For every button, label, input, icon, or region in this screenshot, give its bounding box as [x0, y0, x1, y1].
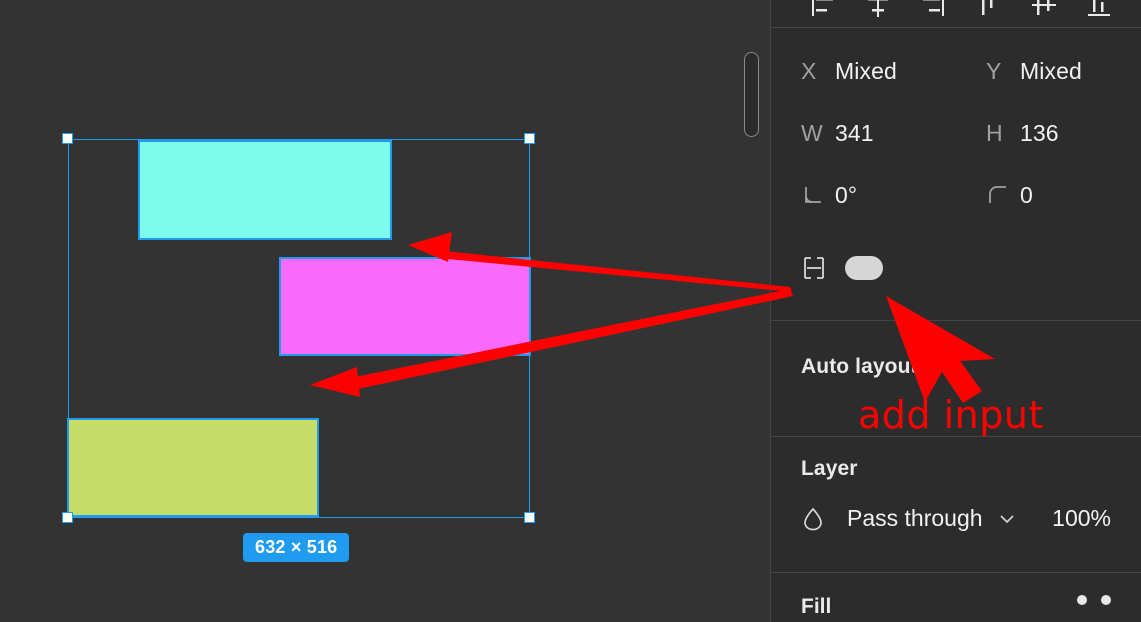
width-label: W [801, 119, 823, 146]
corner-radius-field[interactable]: 0 [956, 182, 1141, 209]
width-field[interactable]: W 341 [771, 120, 956, 147]
rotation-radius-row: 0° 0 [771, 164, 1141, 226]
layer-opacity-value[interactable]: 100% [1052, 505, 1111, 532]
constraints-row [771, 226, 1141, 310]
panel-scrollbar-thumb[interactable] [744, 52, 759, 137]
layer-blend-row: Pass through 100% [801, 505, 1111, 532]
blend-mode-icon [801, 506, 835, 532]
design-canvas[interactable]: 632 × 516 [0, 0, 770, 622]
y-axis-label: Y [986, 57, 1002, 84]
rectangle-cyan[interactable] [138, 140, 392, 240]
x-axis-label: X [801, 57, 817, 84]
fill-section: Fill [771, 573, 1141, 618]
width-value[interactable]: 341 [835, 120, 874, 147]
align-top-icon[interactable] [971, 0, 1007, 23]
rotation-value[interactable]: 0° [835, 182, 857, 209]
annotation-note: add input [858, 393, 1044, 437]
align-vertical-centers-icon[interactable] [1026, 0, 1062, 23]
constraints-icon[interactable] [801, 255, 835, 281]
selection-dimension-badge: 632 × 516 [243, 533, 350, 562]
x-value[interactable]: Mixed [835, 58, 897, 85]
blend-mode-value[interactable]: Pass through [847, 505, 983, 532]
fill-add-icon[interactable] [1101, 595, 1111, 605]
fill-title: Fill [801, 595, 832, 618]
layer-section: Layer Pass through 100% [771, 437, 1141, 572]
align-bottom-icon[interactable] [1081, 0, 1117, 23]
align-left-icon[interactable] [805, 0, 841, 23]
selection-handle-bottom-left[interactable] [62, 512, 73, 523]
layer-title: Layer [801, 457, 858, 480]
y-value[interactable]: Mixed [1020, 58, 1082, 85]
height-field[interactable]: H 136 [956, 120, 1141, 147]
chevron-down-icon[interactable] [997, 509, 1017, 529]
selection-handle-top-right[interactable] [524, 133, 535, 144]
corner-radius-value[interactable]: 0 [1020, 182, 1033, 209]
fill-actions [1077, 595, 1111, 605]
corner-radius-icon [986, 183, 1020, 207]
x-field[interactable]: X Mixed [771, 58, 956, 85]
fill-style-icon[interactable] [1077, 595, 1087, 605]
rotation-icon [801, 183, 835, 207]
selection-handle-top-left[interactable] [62, 133, 73, 144]
height-value[interactable]: 136 [1020, 120, 1059, 147]
transform-properties: X Mixed Y Mixed W 341 H 136 0° 0 [771, 28, 1141, 320]
properties-panel: X Mixed Y Mixed W 341 H 136 0° 0 Auto la… [770, 0, 1141, 622]
constraints-toggle[interactable] [845, 256, 883, 280]
rectangle-magenta[interactable] [279, 257, 531, 356]
alignment-toolbar [771, 0, 1141, 27]
size-row: W 341 H 136 [771, 102, 1141, 164]
rotation-field[interactable]: 0° [771, 182, 956, 209]
position-row: X Mixed Y Mixed [771, 40, 1141, 102]
align-horizontal-centers-icon[interactable] [860, 0, 896, 23]
auto-layout-title: Auto layout [801, 355, 918, 378]
align-right-icon[interactable] [915, 0, 951, 23]
y-field[interactable]: Y Mixed [956, 58, 1141, 85]
height-label: H [986, 119, 1003, 146]
selection-handle-bottom-right[interactable] [524, 512, 535, 523]
rectangle-olive[interactable] [67, 418, 319, 517]
